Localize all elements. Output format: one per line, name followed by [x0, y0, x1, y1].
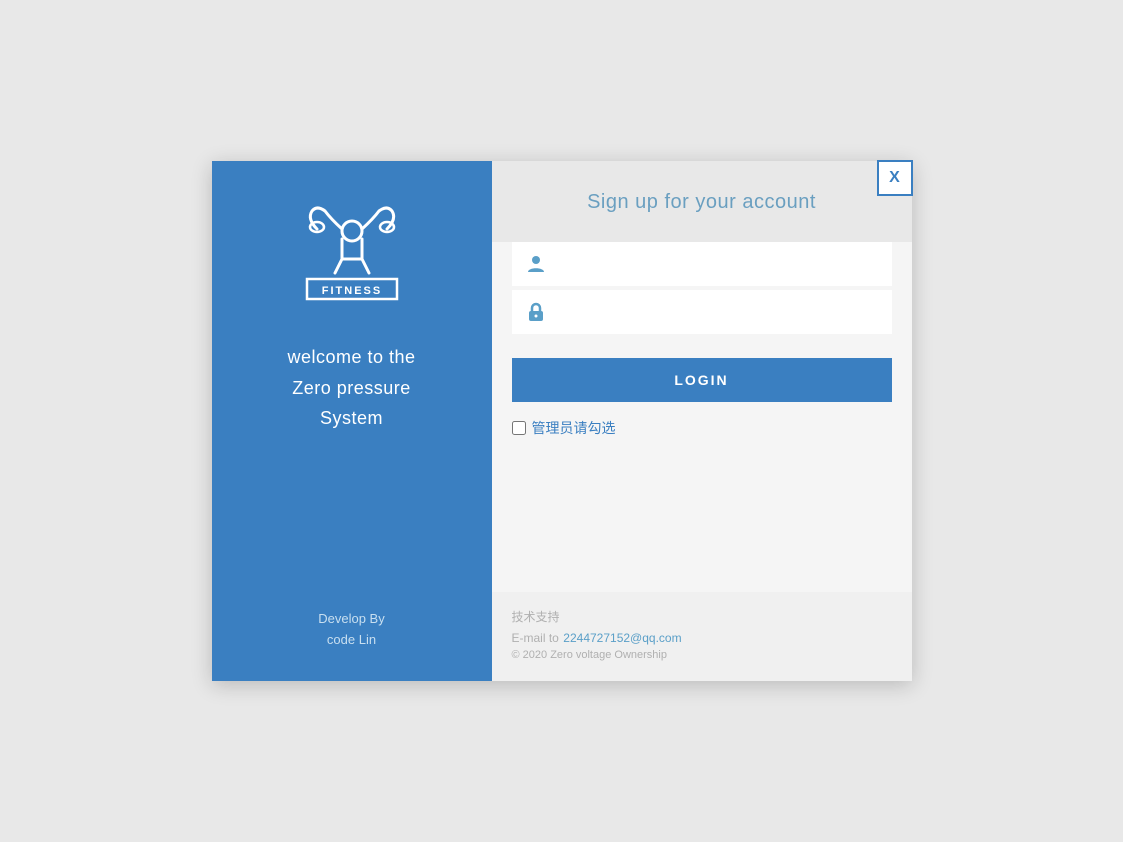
username-input-row: [512, 242, 892, 286]
welcome-text: welcome to the Zero pressure System: [287, 342, 415, 434]
close-button[interactable]: X: [877, 160, 913, 196]
sign-up-title: Sign up for your account: [512, 191, 892, 214]
tech-support-label: 技术支持: [512, 608, 892, 625]
footer-section: 技术支持 E-mail to 2244727152@qq.com © 2020 …: [492, 592, 912, 681]
copyright-text: © 2020 Zero voltage Ownership: [512, 649, 892, 661]
email-link[interactable]: 2244727152@qq.com: [563, 631, 681, 645]
email-label-text: E-mail to: [512, 631, 559, 645]
login-modal: X FITNESS: [212, 161, 912, 681]
admin-checkbox[interactable]: [512, 421, 526, 435]
password-input[interactable]: [556, 290, 880, 334]
svg-text:FITNESS: FITNESS: [321, 285, 381, 297]
login-button[interactable]: LOGIN: [512, 358, 892, 402]
sign-up-header: Sign up for your account: [492, 161, 912, 242]
admin-checkbox-row: 管理员请勾选: [512, 418, 892, 438]
fitness-logo: FITNESS: [287, 201, 417, 306]
user-icon: [524, 252, 548, 276]
password-input-row: [512, 290, 892, 334]
admin-label[interactable]: 管理员请勾选: [532, 418, 616, 438]
email-row: E-mail to 2244727152@qq.com: [512, 629, 892, 647]
form-section: LOGIN 管理员请勾选: [492, 242, 912, 592]
left-panel: FITNESS welcome to the Zero pressure Sys…: [212, 161, 492, 681]
develop-text: Develop By code Lin: [318, 609, 384, 651]
username-input[interactable]: [556, 242, 880, 286]
lock-icon: [524, 300, 548, 324]
right-panel: Sign up for your account: [492, 161, 912, 681]
